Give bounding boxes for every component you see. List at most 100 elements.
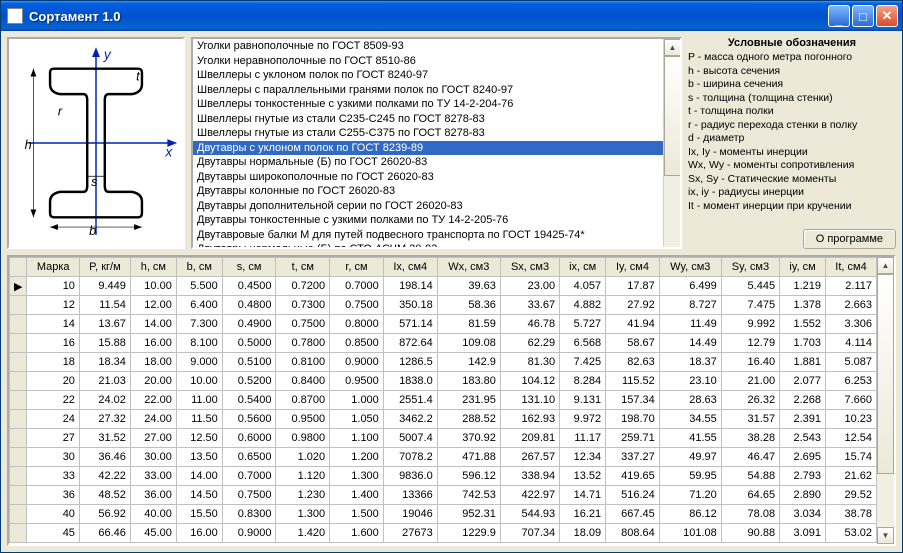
list-item[interactable]: Двутавры широкополочные по ГОСТ 26020-83 — [193, 170, 680, 185]
cell[interactable]: 596.12 — [437, 467, 500, 486]
cell[interactable]: 12 — [27, 296, 79, 315]
cell[interactable]: 59.95 — [659, 467, 721, 486]
cell[interactable]: 27.00 — [130, 429, 176, 448]
cell[interactable]: 26.32 — [721, 391, 779, 410]
cell[interactable]: 11.17 — [560, 429, 606, 448]
cell[interactable]: 1.219 — [780, 277, 826, 296]
cell[interactable]: 667.45 — [606, 505, 660, 524]
cell[interactable]: 16 — [27, 334, 79, 353]
cell[interactable]: 1.230 — [276, 486, 330, 505]
cell[interactable]: 30 — [27, 448, 79, 467]
cell[interactable]: 34.55 — [659, 410, 721, 429]
cell[interactable]: 71.20 — [659, 486, 721, 505]
cell[interactable]: 10.23 — [826, 410, 877, 429]
cell[interactable]: 4.057 — [560, 277, 606, 296]
cell[interactable]: 30.00 — [130, 448, 176, 467]
table-row[interactable]: ▶109.44910.005.5000.45000.72000.7000198.… — [10, 277, 877, 296]
cell[interactable]: 12.00 — [130, 296, 176, 315]
cell[interactable]: 41.55 — [659, 429, 721, 448]
cell[interactable]: 0.4800 — [222, 296, 276, 315]
cell[interactable]: 0.7800 — [276, 334, 330, 353]
table-row[interactable]: 3648.5236.0014.500.75001.2301.4001336674… — [10, 486, 877, 505]
cell[interactable]: 1.000 — [330, 391, 384, 410]
cell[interactable]: 23.00 — [500, 277, 559, 296]
cell[interactable]: 14.50 — [176, 486, 222, 505]
cell[interactable]: 40 — [27, 505, 79, 524]
cell[interactable]: 9.000 — [176, 353, 222, 372]
list-item[interactable]: Уголки неравнополочные по ГОСТ 8510-86 — [193, 54, 680, 69]
cell[interactable]: 11.50 — [176, 410, 222, 429]
cell[interactable]: 1.703 — [780, 334, 826, 353]
cell[interactable]: 22.00 — [130, 391, 176, 410]
cell[interactable]: 0.5100 — [222, 353, 276, 372]
cell[interactable]: 1.881 — [780, 353, 826, 372]
cell[interactable]: 31.57 — [721, 410, 779, 429]
cell[interactable]: 7.425 — [560, 353, 606, 372]
cell[interactable]: 0.7300 — [276, 296, 330, 315]
cell[interactable]: 4.114 — [826, 334, 877, 353]
titlebar[interactable]: Сортамент 1.0 _ □ ✕ — [1, 1, 902, 31]
cell[interactable]: 0.7200 — [276, 277, 330, 296]
cell[interactable]: 209.81 — [500, 429, 559, 448]
column-header[interactable]: h, см — [130, 258, 176, 277]
cell[interactable]: 11.00 — [176, 391, 222, 410]
cell[interactable]: 5.500 — [176, 277, 222, 296]
cell[interactable]: 56.92 — [79, 505, 130, 524]
about-button[interactable]: О программе — [803, 229, 896, 249]
cell[interactable]: 131.10 — [500, 391, 559, 410]
cell[interactable]: 4.882 — [560, 296, 606, 315]
cell[interactable]: 48.52 — [79, 486, 130, 505]
grid-scrollbar[interactable]: ▲ ▼ — [877, 257, 894, 544]
cell[interactable]: 86.12 — [659, 505, 721, 524]
cell[interactable]: 288.52 — [437, 410, 500, 429]
cell[interactable]: 0.7500 — [276, 315, 330, 334]
cell[interactable]: 29.52 — [826, 486, 877, 505]
cell[interactable]: 21.00 — [721, 372, 779, 391]
cell[interactable]: 14.00 — [130, 315, 176, 334]
scroll-up-button[interactable]: ▲ — [664, 39, 681, 56]
cell[interactable]: 31.52 — [79, 429, 130, 448]
cell[interactable]: 14 — [27, 315, 79, 334]
cell[interactable]: 2.543 — [780, 429, 826, 448]
cell[interactable]: 3.091 — [780, 524, 826, 543]
cell[interactable]: 0.7500 — [330, 296, 384, 315]
cell[interactable]: 12.54 — [826, 429, 877, 448]
cell[interactable]: 20 — [27, 372, 79, 391]
cell[interactable]: 54.88 — [721, 467, 779, 486]
cell[interactable]: 9.449 — [79, 277, 130, 296]
cell[interactable]: 46.47 — [721, 448, 779, 467]
cell[interactable]: 12.50 — [176, 429, 222, 448]
cell[interactable]: 7.660 — [826, 391, 877, 410]
scroll-thumb[interactable] — [877, 274, 894, 474]
list-item[interactable]: Двутавры тонкостенные с узкими полками п… — [193, 213, 680, 228]
table-row[interactable]: 1615.8816.008.1000.50000.78000.8500872.6… — [10, 334, 877, 353]
cell[interactable]: 3.034 — [780, 505, 826, 524]
cell[interactable]: 38.78 — [826, 505, 877, 524]
cell[interactable]: 1.300 — [276, 505, 330, 524]
cell[interactable]: 162.93 — [500, 410, 559, 429]
cell[interactable]: 36.00 — [130, 486, 176, 505]
list-item[interactable]: Швеллеры с уклоном полок по ГОСТ 8240-97 — [193, 68, 680, 83]
cell[interactable]: 33.67 — [500, 296, 559, 315]
cell[interactable]: 10.00 — [130, 277, 176, 296]
cell[interactable]: 8.100 — [176, 334, 222, 353]
cell[interactable]: 422.97 — [500, 486, 559, 505]
cell[interactable]: 259.71 — [606, 429, 660, 448]
column-header[interactable]: Iy, см4 — [606, 258, 660, 277]
column-header[interactable]: It, см4 — [826, 258, 877, 277]
cell[interactable]: 198.14 — [383, 277, 437, 296]
cell[interactable]: 142.9 — [437, 353, 500, 372]
cell[interactable]: 2.117 — [826, 277, 877, 296]
cell[interactable]: 11.54 — [79, 296, 130, 315]
cell[interactable]: 17.87 — [606, 277, 660, 296]
cell[interactable]: 78.08 — [721, 505, 779, 524]
column-header[interactable]: Sy, см3 — [721, 258, 779, 277]
cell[interactable]: 1.120 — [276, 467, 330, 486]
cell[interactable]: 0.9500 — [276, 410, 330, 429]
list-item[interactable]: Двутавры нормальные (Б) по СТО АСЧМ 20-9… — [193, 242, 680, 249]
list-item[interactable]: Уголки равнополочные по ГОСТ 8509-93 — [193, 39, 680, 54]
cell[interactable]: 337.27 — [606, 448, 660, 467]
column-header[interactable]: Wx, см3 — [437, 258, 500, 277]
cell[interactable]: 16.40 — [721, 353, 779, 372]
cell[interactable]: 6.253 — [826, 372, 877, 391]
